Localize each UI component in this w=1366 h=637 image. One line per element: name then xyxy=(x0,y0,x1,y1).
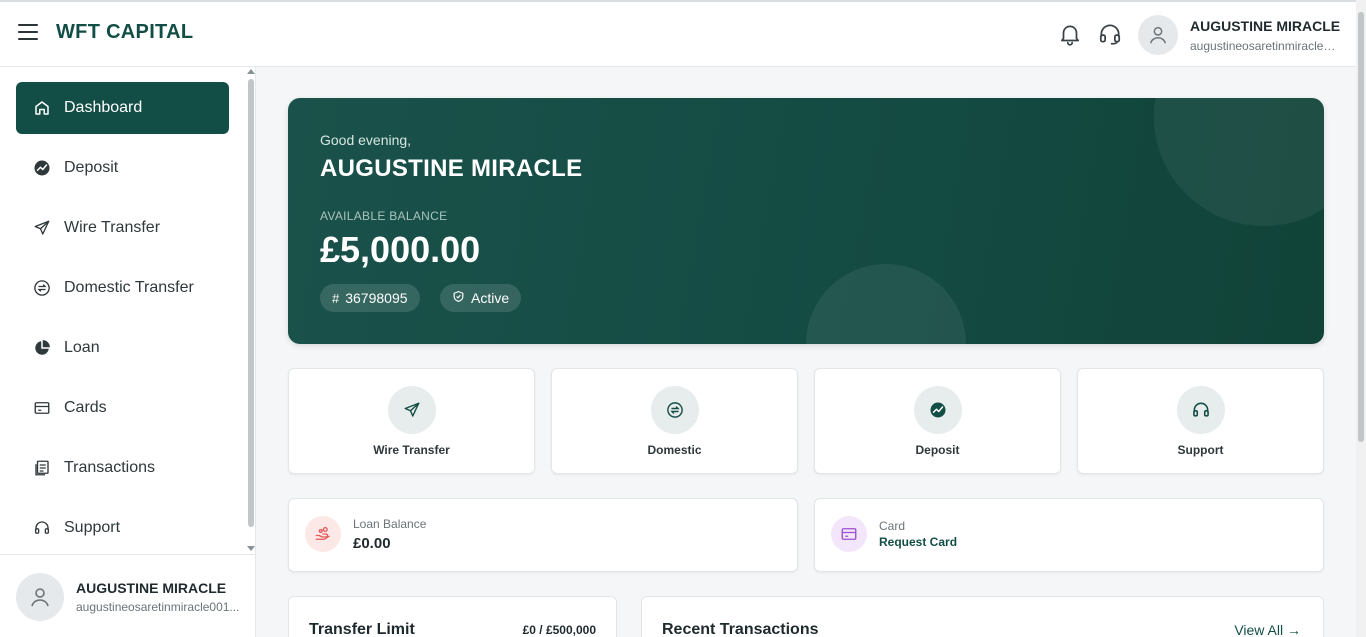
sidebar-item-transactions[interactable]: Transactions xyxy=(16,442,229,494)
recent-transactions-title: Recent Transactions xyxy=(662,621,819,637)
scroll-down-icon[interactable] xyxy=(247,546,255,551)
request-card-link[interactable]: Request Card xyxy=(879,535,957,549)
page-scrollbar[interactable] xyxy=(1356,0,1366,637)
avatar[interactable] xyxy=(16,573,64,621)
sidebar-user-email: augustineosaretinmiracle001... xyxy=(76,600,240,614)
sidebar: Dashboard Deposit Wire Transfer Domestic… xyxy=(0,67,256,637)
sidebar-item-loan[interactable]: Loan xyxy=(16,322,229,374)
exchange-icon xyxy=(651,386,699,434)
quick-action-label: Deposit xyxy=(915,443,960,457)
quick-action-label: Support xyxy=(1177,443,1224,457)
sidebar-item-label: Deposit xyxy=(64,159,119,176)
sidebar-item-label: Wire Transfer xyxy=(64,219,161,236)
sidebar-item-label: Loan xyxy=(64,339,100,356)
bell-icon[interactable] xyxy=(1057,21,1083,47)
quick-action-support[interactable]: Support xyxy=(1077,368,1324,474)
arrow-right-icon: → xyxy=(1287,622,1301,637)
status-badge: Active xyxy=(440,284,522,312)
avatar[interactable] xyxy=(1138,15,1178,55)
headset-icon xyxy=(32,518,52,538)
sidebar-scrollbar[interactable] xyxy=(246,67,256,554)
greeting-text: Good evening, xyxy=(320,132,412,148)
trending-up-icon xyxy=(32,158,52,178)
menu-icon[interactable] xyxy=(18,24,38,42)
card-icon xyxy=(831,516,867,552)
trending-up-icon xyxy=(914,386,962,434)
sidebar-item-label: Support xyxy=(64,519,121,536)
account-holder-name: AUGUSTINE MIRACLE xyxy=(320,155,583,182)
card-icon xyxy=(32,398,52,418)
decorative-circle xyxy=(1154,98,1324,226)
pie-chart-icon xyxy=(32,338,52,358)
quick-action-deposit[interactable]: Deposit xyxy=(814,368,1061,474)
quick-action-label: Domestic xyxy=(647,443,702,457)
scrollbar-thumb[interactable] xyxy=(1358,12,1364,442)
transfer-limit-title: Transfer Limit xyxy=(309,621,415,637)
transfer-limit-panel: Transfer Limit £0 / £500,000 xyxy=(288,596,617,637)
sidebar-item-cards[interactable]: Cards xyxy=(16,382,229,434)
balance-label: AVAILABLE BALANCE xyxy=(320,209,448,223)
receipt-icon xyxy=(32,458,52,478)
user-name[interactable]: AUGUSTINE MIRACLE xyxy=(1190,18,1340,34)
sidebar-item-label: Domestic Transfer xyxy=(64,279,194,296)
brand-logo[interactable]: WFT CAPITAL xyxy=(56,21,193,44)
sidebar-item-domestic-transfer[interactable]: Domestic Transfer xyxy=(16,262,229,314)
loan-hand-icon xyxy=(305,516,341,552)
send-icon xyxy=(32,218,52,238)
view-all-label: View All xyxy=(1234,622,1284,637)
sidebar-item-label: Cards xyxy=(64,399,107,416)
card-request-card[interactable]: Card Request Card xyxy=(814,498,1324,572)
loan-balance-value: £0.00 xyxy=(353,535,391,552)
account-number-badge: # 36798095 xyxy=(320,284,420,312)
sidebar-item-wire-transfer[interactable]: Wire Transfer xyxy=(16,202,229,254)
recent-transactions-panel: Recent Transactions View All → xyxy=(641,596,1324,637)
loan-balance-label: Loan Balance xyxy=(353,517,427,531)
status-text: Active xyxy=(471,290,510,306)
headset-icon xyxy=(1177,386,1225,434)
sidebar-item-deposit[interactable]: Deposit xyxy=(16,142,229,194)
decorative-circle xyxy=(806,264,966,344)
sidebar-item-dashboard[interactable]: Dashboard xyxy=(16,82,229,134)
view-all-link[interactable]: View All → xyxy=(1234,622,1301,637)
top-bar: WFT CAPITAL AUGUSTINE MIRACLE augustineo… xyxy=(0,0,1356,67)
loan-balance-card[interactable]: Loan Balance £0.00 xyxy=(288,498,798,572)
sidebar-user-name: AUGUSTINE MIRACLE xyxy=(76,580,227,596)
quick-action-wire-transfer[interactable]: Wire Transfer xyxy=(288,368,535,474)
home-icon xyxy=(32,98,52,118)
exchange-icon xyxy=(32,278,52,298)
account-number: 36798095 xyxy=(345,290,408,306)
hash-icon: # xyxy=(332,290,340,306)
quick-action-label: Wire Transfer xyxy=(373,443,450,457)
sidebar-item-support[interactable]: Support xyxy=(16,502,229,554)
transfer-limit-value: £0 / £500,000 xyxy=(522,623,596,637)
sidebar-user-profile[interactable]: AUGUSTINE MIRACLE augustineosaretinmirac… xyxy=(0,554,255,637)
quick-action-domestic[interactable]: Domestic xyxy=(551,368,798,474)
send-icon xyxy=(388,386,436,434)
balance-card: Good evening, AUGUSTINE MIRACLE AVAILABL… xyxy=(288,98,1324,344)
headset-icon[interactable] xyxy=(1097,21,1123,47)
scroll-up-icon[interactable] xyxy=(247,69,255,74)
scrollbar-thumb[interactable] xyxy=(248,79,254,527)
sidebar-item-label: Transactions xyxy=(64,459,155,476)
sidebar-item-label: Dashboard xyxy=(64,99,143,116)
user-email: augustineosaretinmiracle0... xyxy=(1190,39,1340,53)
card-label: Card xyxy=(879,519,906,533)
balance-amount: £5,000.00 xyxy=(320,229,481,270)
shield-check-icon xyxy=(452,290,465,306)
